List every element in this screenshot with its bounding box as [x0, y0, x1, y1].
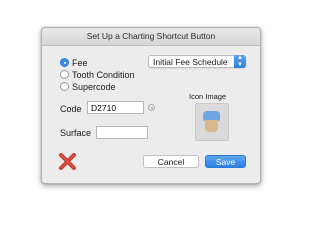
surface-input[interactable]: [96, 126, 148, 139]
fee-schedule-select[interactable]: Initial Fee Schedule ▲ ▼: [148, 55, 246, 68]
radio-fee[interactable]: Fee: [60, 57, 88, 68]
radio-tooth-condition[interactable]: Tooth Condition: [60, 69, 135, 80]
dialog-title: Set Up a Charting Shortcut Button: [42, 28, 260, 46]
radio-supercode-label: Supercode: [72, 81, 116, 92]
red-x-icon: [59, 153, 76, 170]
radio-tooth-condition-indicator[interactable]: [60, 70, 69, 79]
charting-shortcut-dialog: Set Up a Charting Shortcut Button Fee To…: [41, 27, 261, 184]
radio-fee-indicator[interactable]: [60, 58, 69, 67]
icon-image-label: Icon Image: [189, 92, 227, 101]
radio-fee-label: Fee: [72, 57, 88, 68]
code-input[interactable]: [87, 101, 144, 114]
save-button[interactable]: Save: [205, 155, 246, 168]
delete-button[interactable]: [58, 153, 77, 170]
clear-code-icon[interactable]: [148, 104, 155, 111]
radio-tooth-condition-label: Tooth Condition: [72, 69, 135, 80]
icon-image-well[interactable]: [195, 103, 229, 141]
radio-supercode[interactable]: Supercode: [60, 81, 116, 92]
radio-supercode-indicator[interactable]: [60, 82, 69, 91]
code-label: Code: [60, 104, 82, 114]
fee-schedule-value: Initial Fee Schedule: [153, 57, 228, 67]
surface-label: Surface: [60, 128, 92, 138]
cancel-button[interactable]: Cancel: [143, 155, 199, 168]
chevron-updown-icon[interactable]: ▲ ▼: [234, 55, 246, 68]
